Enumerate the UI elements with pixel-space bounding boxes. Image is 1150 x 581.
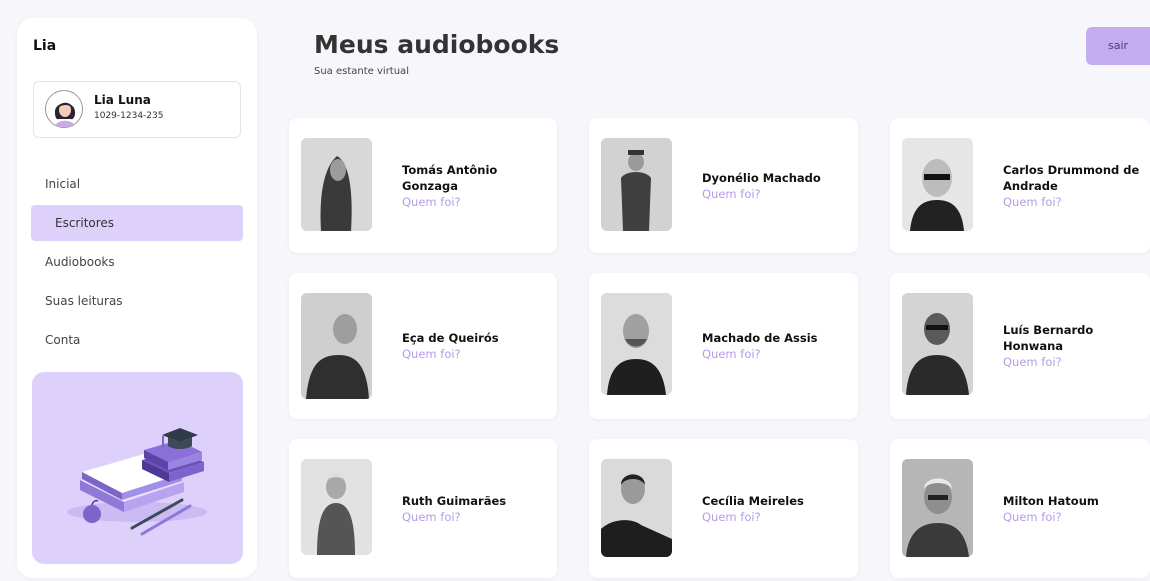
profile-card[interactable]: Lia Luna 1029-1234-235 bbox=[33, 81, 241, 138]
author-name: Luís Bernardo Honwana bbox=[1003, 323, 1094, 353]
profile-name: Lia Luna bbox=[94, 93, 151, 107]
author-photo bbox=[902, 293, 973, 395]
author-info-link[interactable]: Quem foi? bbox=[1003, 194, 1143, 210]
author-card[interactable]: Tomás Antônio Gonzaga Quem foi? bbox=[289, 118, 557, 253]
author-info-link[interactable]: Quem foi? bbox=[1003, 354, 1143, 370]
author-photo bbox=[301, 293, 372, 399]
author-card[interactable]: Machado de Assis Quem foi? bbox=[589, 273, 858, 419]
logout-button[interactable]: sair bbox=[1086, 27, 1150, 65]
author-name: Cecília Meireles bbox=[702, 493, 804, 508]
author-card[interactable]: Ruth Guimarães Quem foi? bbox=[289, 439, 557, 578]
author-photo bbox=[902, 138, 973, 231]
author-name: Eça de Queirós bbox=[402, 331, 499, 345]
profile-id: 1029-1234-235 bbox=[94, 111, 164, 121]
author-info-link[interactable]: Quem foi? bbox=[402, 346, 542, 362]
nav-item-escritores[interactable]: Escritores bbox=[31, 205, 243, 241]
author-photo bbox=[301, 459, 372, 555]
nav-item-suas-leituras[interactable]: Suas leituras bbox=[31, 283, 243, 319]
author-name: Machado de Assis bbox=[702, 331, 818, 345]
page-title: Meus audiobooks bbox=[314, 30, 560, 59]
author-card[interactable]: Carlos Drummond de Andrade Quem foi? bbox=[890, 118, 1150, 253]
author-card[interactable]: Luís Bernardo Honwana Quem foi? bbox=[890, 273, 1150, 419]
promo-card bbox=[32, 372, 243, 564]
author-photo bbox=[902, 459, 973, 557]
avatar bbox=[45, 90, 83, 128]
author-name: Carlos Drummond de Andrade bbox=[1003, 162, 1140, 193]
author-info-link[interactable]: Quem foi? bbox=[1003, 509, 1143, 525]
author-photo bbox=[601, 293, 672, 395]
author-photo bbox=[601, 138, 672, 231]
author-name: Milton Hatoum bbox=[1003, 493, 1099, 508]
page-subtitle: Sua estante virtual bbox=[314, 66, 409, 77]
author-info-link[interactable]: Quem foi? bbox=[702, 509, 842, 525]
nav-item-inicial[interactable]: Inicial bbox=[31, 166, 243, 202]
nav-item-audiobooks[interactable]: Audiobooks bbox=[31, 244, 243, 280]
author-photo bbox=[601, 459, 672, 557]
author-photo bbox=[301, 138, 372, 231]
author-name: Ruth Guimarães bbox=[402, 493, 507, 508]
author-card[interactable]: Cecília Meireles Quem foi? bbox=[589, 439, 858, 578]
author-info-link[interactable]: Quem foi? bbox=[402, 194, 542, 210]
sidebar: Lia Lia Luna 1029-1234-235 Inicial Escri… bbox=[17, 18, 257, 578]
books-graduation-cap-icon bbox=[67, 428, 207, 536]
author-card[interactable]: Eça de Queirós Quem foi? bbox=[289, 273, 557, 419]
author-info-link[interactable]: Quem foi? bbox=[702, 186, 842, 202]
nav-item-conta[interactable]: Conta bbox=[31, 322, 243, 358]
author-name: Tomás Antônio Gonzaga bbox=[402, 162, 498, 193]
author-info-link[interactable]: Quem foi? bbox=[402, 509, 542, 525]
author-card[interactable]: Dyonélio Machado Quem foi? bbox=[589, 118, 858, 253]
author-card[interactable]: Milton Hatoum Quem foi? bbox=[890, 439, 1150, 578]
author-name: Dyonélio Machado bbox=[702, 170, 821, 185]
brand-name: Lia bbox=[33, 38, 57, 54]
author-info-link[interactable]: Quem foi? bbox=[702, 346, 842, 362]
